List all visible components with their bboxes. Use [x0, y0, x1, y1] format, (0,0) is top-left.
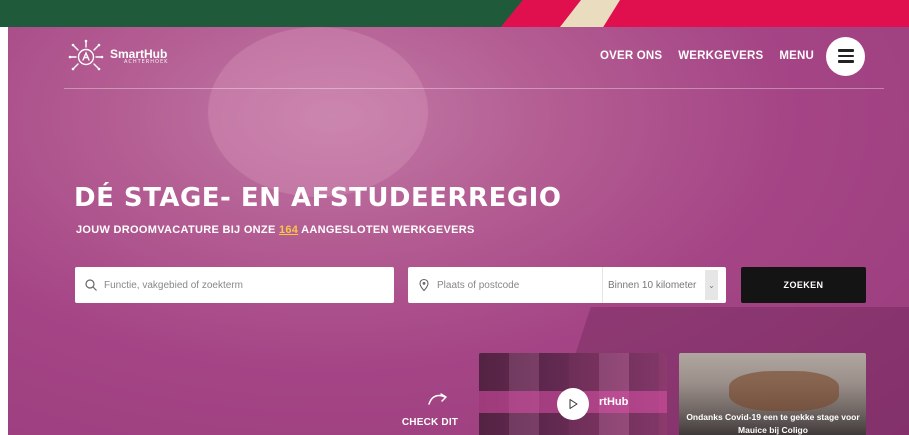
hero-subtitle: JOUW DROOMVACATURE BIJ ONZE 164 AANGESLO…	[76, 224, 475, 236]
search-icon	[85, 279, 97, 291]
main-nav: OVER ONS WERKGEVERS MENU	[600, 36, 909, 76]
check-dit-link[interactable]: CHECK DIT	[400, 390, 460, 429]
location-input[interactable]	[437, 270, 587, 300]
map-pin-icon	[419, 278, 429, 292]
play-icon	[569, 399, 578, 409]
top-strip-red	[500, 0, 909, 27]
news-photo	[729, 371, 839, 411]
query-input[interactable]	[104, 270, 384, 300]
hamburger-icon	[837, 49, 854, 52]
menu-button[interactable]	[826, 36, 865, 76]
video-teaser-tile[interactable]: rtHub	[479, 353, 667, 435]
employer-count-link[interactable]: 164	[279, 224, 298, 236]
video-brand-text: rtHub	[599, 396, 629, 408]
logo-subtitle: ACHTERHOEK	[124, 58, 169, 65]
hero-section: SmartHub ACHTERHOEK OVER ONS WERKGEVERS …	[8, 27, 909, 435]
search-submit-button[interactable]: ZOEKEN	[741, 267, 866, 303]
radius-value: Binnen 10 kilometer	[608, 279, 697, 291]
site-logo[interactable]: SmartHub ACHTERHOEK	[68, 37, 188, 75]
nav-menu-label[interactable]: MENU	[779, 50, 814, 62]
logo-wordmark: SmartHub	[110, 46, 168, 61]
news-teaser-tile[interactable]: Ondanks Covid-19 een te gekke stage voor…	[679, 353, 866, 435]
radius-select[interactable]: Binnen 10 kilometer ⌄	[602, 267, 718, 303]
nav-over-ons[interactable]: OVER ONS	[600, 50, 662, 62]
curved-arrow-icon	[428, 393, 447, 405]
location-search-box: Binnen 10 kilometer ⌄	[408, 267, 726, 303]
hero-title: DÉ STAGE- EN AFSTUDEERREGIO	[74, 183, 562, 213]
query-search-box	[75, 267, 394, 303]
check-dit-label: CHECK DIT	[401, 417, 459, 428]
nav-werkgevers[interactable]: WERKGEVERS	[678, 50, 763, 62]
top-banner-strip	[0, 0, 909, 27]
header-divider	[64, 88, 884, 89]
play-button[interactable]	[557, 388, 589, 420]
news-caption: Ondanks Covid-19 een te gekke stage voor…	[686, 412, 860, 435]
smarthub-logo-icon	[68, 39, 104, 71]
chevron-down-icon: ⌄	[705, 270, 718, 300]
